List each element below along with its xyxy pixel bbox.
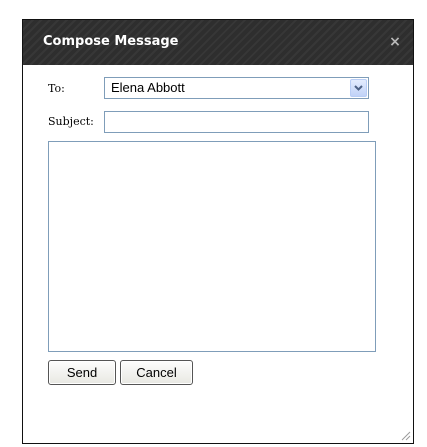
cancel-button[interactable]: Cancel [120,360,193,385]
send-button[interactable]: Send [48,360,116,385]
subject-label: Subject: [48,115,94,128]
recipient-select[interactable]: Elena Abbott [104,77,369,99]
chevron-down-icon[interactable] [350,79,367,97]
close-icon[interactable]: × [386,32,404,52]
chevron-down-glyph [354,85,363,91]
to-label: To: [48,82,65,95]
subject-input[interactable] [104,111,369,133]
dialog-title-bar[interactable]: Compose Message × [23,20,413,65]
recipient-selected-value: Elena Abbott [111,80,185,95]
message-body-textarea[interactable] [48,141,376,352]
dialog-title: Compose Message [43,34,179,49]
compose-message-dialog: Compose Message × To: Elena Abbott Subje… [22,19,414,444]
resize-grip-icon[interactable] [399,429,411,441]
